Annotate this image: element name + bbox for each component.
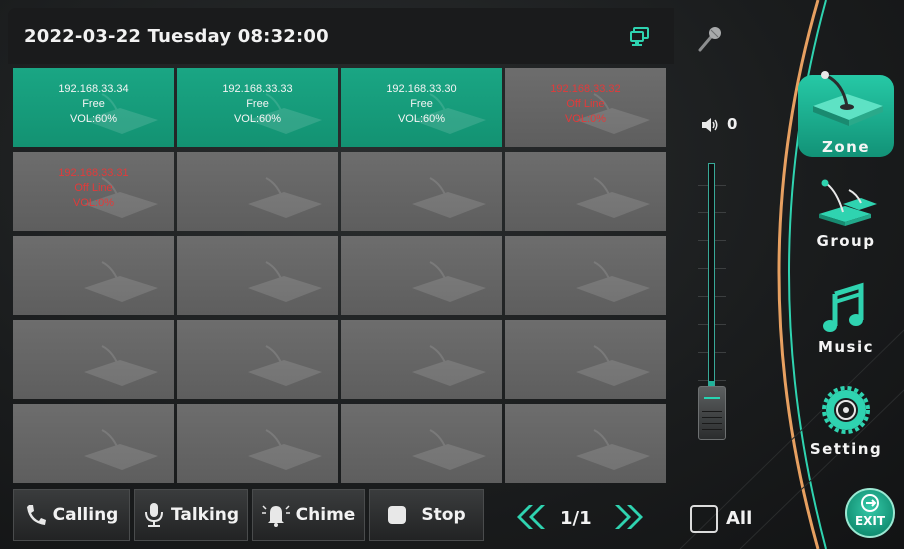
- zone-cell[interactable]: [505, 404, 666, 483]
- zone-watermark-icon: [84, 429, 158, 470]
- zone-cell[interactable]: [177, 404, 338, 483]
- zone-line2: Free: [246, 98, 269, 110]
- nav-setting[interactable]: Setting: [803, 384, 889, 458]
- zone-line1: 192.168.33.31: [58, 167, 129, 179]
- zone-line1: 192.168.33.30: [386, 83, 457, 95]
- zone-line1: 192.168.33.33: [222, 83, 293, 95]
- exit-label: EXIT: [854, 514, 886, 528]
- bell-icon: [261, 505, 290, 527]
- zone-cell[interactable]: [341, 404, 502, 483]
- zone-info: 192.168.33.33 Free VOL:60%: [177, 82, 338, 127]
- zone-line2: Free: [410, 98, 433, 110]
- zone-cell[interactable]: [13, 404, 174, 483]
- microphone-icon[interactable]: [696, 24, 724, 52]
- zone-watermark-icon: [576, 345, 650, 386]
- zone-cell[interactable]: 192.168.33.31 Off Line VOL:0%: [13, 152, 174, 231]
- nav-music-label: Music: [817, 338, 875, 356]
- zone-line3: VOL:60%: [233, 113, 282, 125]
- zone-cell[interactable]: 192.168.33.34 Free VOL:60%: [13, 68, 174, 147]
- gear-icon: [822, 386, 870, 434]
- zone-grid: 192.168.33.34 Free VOL:60% 192.168.33.33 Fre…: [13, 68, 666, 483]
- zone-line3: VOL:60%: [69, 113, 118, 125]
- datetime-display: 2022-03-22 Tuesday 08:32:00: [24, 26, 329, 47]
- zone-cell[interactable]: [505, 236, 666, 315]
- zone-watermark-icon: [248, 177, 322, 218]
- microphone-talk-icon: [144, 503, 163, 527]
- zone-line3: VOL:0%: [565, 113, 606, 125]
- stop-button[interactable]: Stop: [369, 489, 484, 541]
- select-all-checkbox[interactable]: [690, 505, 718, 533]
- zone-cell[interactable]: [505, 320, 666, 399]
- network-computer-icon[interactable]: [629, 26, 651, 48]
- zone-info: 192.168.33.31 Off Line VOL:0%: [13, 166, 174, 211]
- nav-group[interactable]: Group: [803, 178, 889, 250]
- phone-icon: [26, 505, 46, 525]
- zone-watermark-icon: [248, 261, 322, 302]
- nav-music[interactable]: Music: [803, 282, 889, 356]
- zone-watermark-icon: [412, 429, 486, 470]
- zone-cell[interactable]: 192.168.33.30 Free VOL:60%: [341, 68, 502, 147]
- zone-watermark-icon: [248, 345, 322, 386]
- desk-microphone-icon: [813, 71, 883, 126]
- group-microphones-icon: [819, 179, 877, 226]
- zone-watermark-icon: [576, 177, 650, 218]
- exit-button[interactable]: EXIT: [845, 488, 895, 538]
- calling-label: Calling: [52, 505, 119, 525]
- zone-cell[interactable]: 192.168.33.33 Free VOL:60%: [177, 68, 338, 147]
- zone-cell[interactable]: [341, 236, 502, 315]
- zone-cell[interactable]: [341, 152, 502, 231]
- zone-line2: Free: [82, 98, 105, 110]
- zone-cell[interactable]: [13, 236, 174, 315]
- zone-watermark-icon: [84, 345, 158, 386]
- zone-line3: VOL:60%: [397, 113, 446, 125]
- zone-watermark-icon: [248, 429, 322, 470]
- music-note-icon: [823, 282, 864, 332]
- select-all-label: All: [726, 508, 753, 529]
- talking-button[interactable]: Talking: [134, 489, 248, 541]
- volume-slider-thumb[interactable]: [698, 386, 726, 440]
- zone-line2: Off Line: [566, 98, 605, 110]
- zone-info: 192.168.33.30 Free VOL:60%: [341, 82, 502, 127]
- zone-cell[interactable]: 192.168.33.32 Off Line VOL:0%: [505, 68, 666, 147]
- stop-label: Stop: [421, 505, 466, 525]
- zone-line3: VOL:0%: [73, 197, 114, 209]
- nav-zone[interactable]: Zone: [803, 70, 889, 156]
- next-page-icon[interactable]: [613, 503, 649, 531]
- nav-zone-label: Zone: [821, 138, 871, 156]
- zone-cell[interactable]: [341, 320, 502, 399]
- zone-watermark-icon: [412, 261, 486, 302]
- chime-label: Chime: [295, 505, 356, 525]
- zone-cell[interactable]: [177, 152, 338, 231]
- zone-watermark-icon: [412, 177, 486, 218]
- zone-line1: 192.168.33.34: [58, 83, 129, 95]
- pa-control-screen: 2022-03-22 Tuesday 08:32:00 192.168.33.3…: [0, 0, 904, 549]
- zone-info: 192.168.33.34 Free VOL:60%: [13, 82, 174, 127]
- zone-cell[interactable]: [177, 236, 338, 315]
- zone-cell[interactable]: [177, 320, 338, 399]
- zone-watermark-icon: [412, 345, 486, 386]
- previous-page-icon[interactable]: [511, 503, 547, 531]
- volume-value: 0: [727, 115, 738, 133]
- zone-line2: Off Line: [74, 182, 113, 194]
- zone-cell[interactable]: [13, 320, 174, 399]
- page-indicator: 1/1: [560, 508, 592, 529]
- talking-label: Talking: [170, 505, 240, 525]
- zone-watermark-icon: [576, 261, 650, 302]
- chime-button[interactable]: Chime: [252, 489, 365, 541]
- zone-line1: 192.168.33.32: [550, 83, 621, 95]
- stop-square-icon: [388, 506, 407, 524]
- zone-watermark-icon: [84, 261, 158, 302]
- nav-group-label: Group: [816, 232, 876, 250]
- zone-watermark-icon: [576, 429, 650, 470]
- speaker-icon: [702, 118, 718, 132]
- zone-info: 192.168.33.32 Off Line VOL:0%: [505, 82, 666, 127]
- exit-icon: [861, 494, 879, 512]
- zone-cell[interactable]: [505, 152, 666, 231]
- nav-setting-label: Setting: [809, 440, 883, 458]
- calling-button[interactable]: Calling: [13, 489, 130, 541]
